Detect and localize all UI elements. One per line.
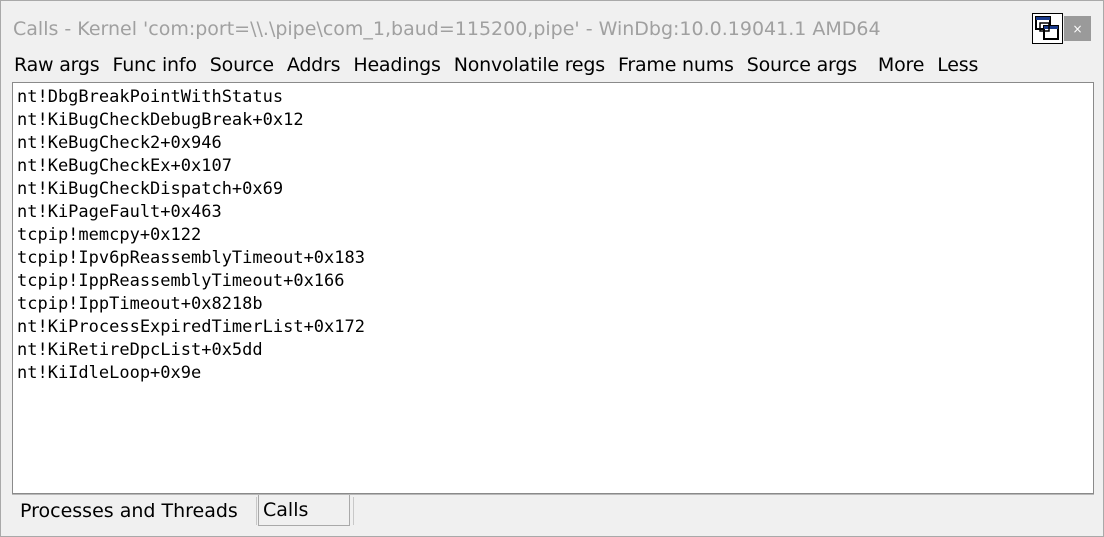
stack-frame[interactable]: nt!KiRetireDpcList+0x5dd bbox=[17, 339, 1093, 362]
stack-frame[interactable]: nt!KeBugCheck2+0x946 bbox=[17, 132, 1093, 155]
stack-frame[interactable]: nt!KiBugCheckDebugBreak+0x12 bbox=[17, 109, 1093, 132]
raw-args-button[interactable]: Raw args bbox=[14, 54, 100, 76]
stack-frame[interactable]: tcpip!IppTimeout+0x8218b bbox=[17, 293, 1093, 316]
dock-window-icon[interactable] bbox=[1032, 13, 1063, 44]
func-info-button[interactable]: Func info bbox=[113, 54, 197, 76]
addrs-button[interactable]: Addrs bbox=[287, 54, 341, 76]
less-button[interactable]: Less bbox=[937, 54, 978, 76]
window-title: Calls - Kernel 'com:port=\\.\pipe\com_1,… bbox=[13, 18, 881, 40]
calls-window: Calls - Kernel 'com:port=\\.\pipe\com_1,… bbox=[0, 0, 1104, 537]
frame-nums-button[interactable]: Frame nums bbox=[618, 54, 734, 76]
stack-frame[interactable]: nt!KeBugCheckEx+0x107 bbox=[17, 155, 1093, 178]
stack-frame[interactable]: nt!DbgBreakPointWithStatus bbox=[17, 86, 1093, 109]
call-stack-pane[interactable]: nt!DbgBreakPointWithStatus nt!KiBugCheck… bbox=[12, 82, 1094, 494]
bottom-tab-bar: Processes and Threads Calls bbox=[12, 494, 1094, 530]
tab-processes-and-threads[interactable]: Processes and Threads bbox=[20, 495, 238, 526]
stack-frame[interactable]: nt!KiIdleLoop+0x9e bbox=[17, 362, 1093, 385]
tab-divider bbox=[256, 497, 257, 525]
stack-frame[interactable]: tcpip!memcpy+0x122 bbox=[17, 224, 1093, 247]
more-button[interactable]: More bbox=[878, 54, 925, 76]
calls-toolbar: Raw args Func info Source Addrs Headings… bbox=[14, 51, 991, 79]
nonvolatile-regs-button[interactable]: Nonvolatile regs bbox=[454, 54, 605, 76]
source-args-button[interactable]: Source args bbox=[747, 54, 857, 76]
title-bar[interactable]: Calls - Kernel 'com:port=\\.\pipe\com_1,… bbox=[1, 1, 1103, 47]
stack-frame[interactable]: tcpip!Ipv6pReassemblyTimeout+0x183 bbox=[17, 247, 1093, 270]
stack-frame[interactable]: nt!KiBugCheckDispatch+0x69 bbox=[17, 178, 1093, 201]
call-stack-list: nt!DbgBreakPointWithStatus nt!KiBugCheck… bbox=[13, 83, 1093, 385]
source-button[interactable]: Source bbox=[210, 54, 274, 76]
tab-divider bbox=[353, 497, 354, 525]
headings-button[interactable]: Headings bbox=[353, 54, 441, 76]
stack-frame[interactable]: nt!KiPageFault+0x463 bbox=[17, 201, 1093, 224]
close-icon: × bbox=[1072, 21, 1083, 36]
stack-frame[interactable]: tcpip!IppReassemblyTimeout+0x166 bbox=[17, 270, 1093, 293]
stack-frame[interactable]: nt!KiProcessExpiredTimerList+0x172 bbox=[17, 316, 1093, 339]
close-button[interactable]: × bbox=[1064, 16, 1091, 41]
tab-calls[interactable]: Calls bbox=[258, 495, 350, 526]
